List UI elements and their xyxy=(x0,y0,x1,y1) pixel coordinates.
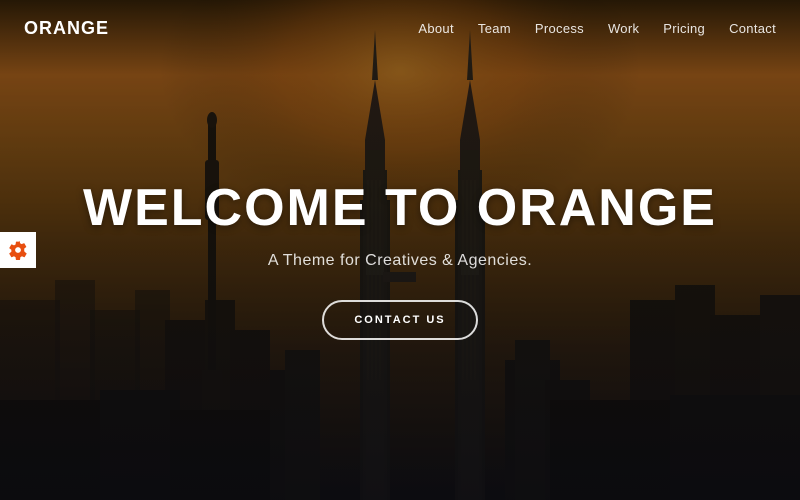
hero-subtitle: A Theme for Creatives & Agencies. xyxy=(83,252,717,270)
nav-link-process[interactable]: Process xyxy=(535,21,584,36)
navbar: ORANGE About Team Process Work Pricing C… xyxy=(0,0,800,57)
nav-item-pricing[interactable]: Pricing xyxy=(663,20,705,38)
gear-icon xyxy=(8,240,28,260)
settings-button[interactable] xyxy=(0,232,36,268)
nav-link-about[interactable]: About xyxy=(418,21,453,36)
nav-links: About Team Process Work Pricing Contact xyxy=(418,20,776,38)
nav-item-about[interactable]: About xyxy=(418,20,453,38)
nav-item-process[interactable]: Process xyxy=(535,20,584,38)
hero-content: WELCOME TO ORANGE A Theme for Creatives … xyxy=(63,180,737,339)
nav-link-work[interactable]: Work xyxy=(608,21,639,36)
nav-link-team[interactable]: Team xyxy=(478,21,511,36)
nav-item-team[interactable]: Team xyxy=(478,20,511,38)
nav-link-pricing[interactable]: Pricing xyxy=(663,21,705,36)
contact-us-button[interactable]: CONTACT US xyxy=(322,300,477,340)
nav-item-contact[interactable]: Contact xyxy=(729,20,776,38)
nav-item-work[interactable]: Work xyxy=(608,20,639,38)
hero-title: WELCOME TO ORANGE xyxy=(83,180,717,237)
hero-section: ORANGE About Team Process Work Pricing C… xyxy=(0,0,800,500)
nav-link-contact[interactable]: Contact xyxy=(729,21,776,36)
brand-logo: ORANGE xyxy=(24,18,109,39)
